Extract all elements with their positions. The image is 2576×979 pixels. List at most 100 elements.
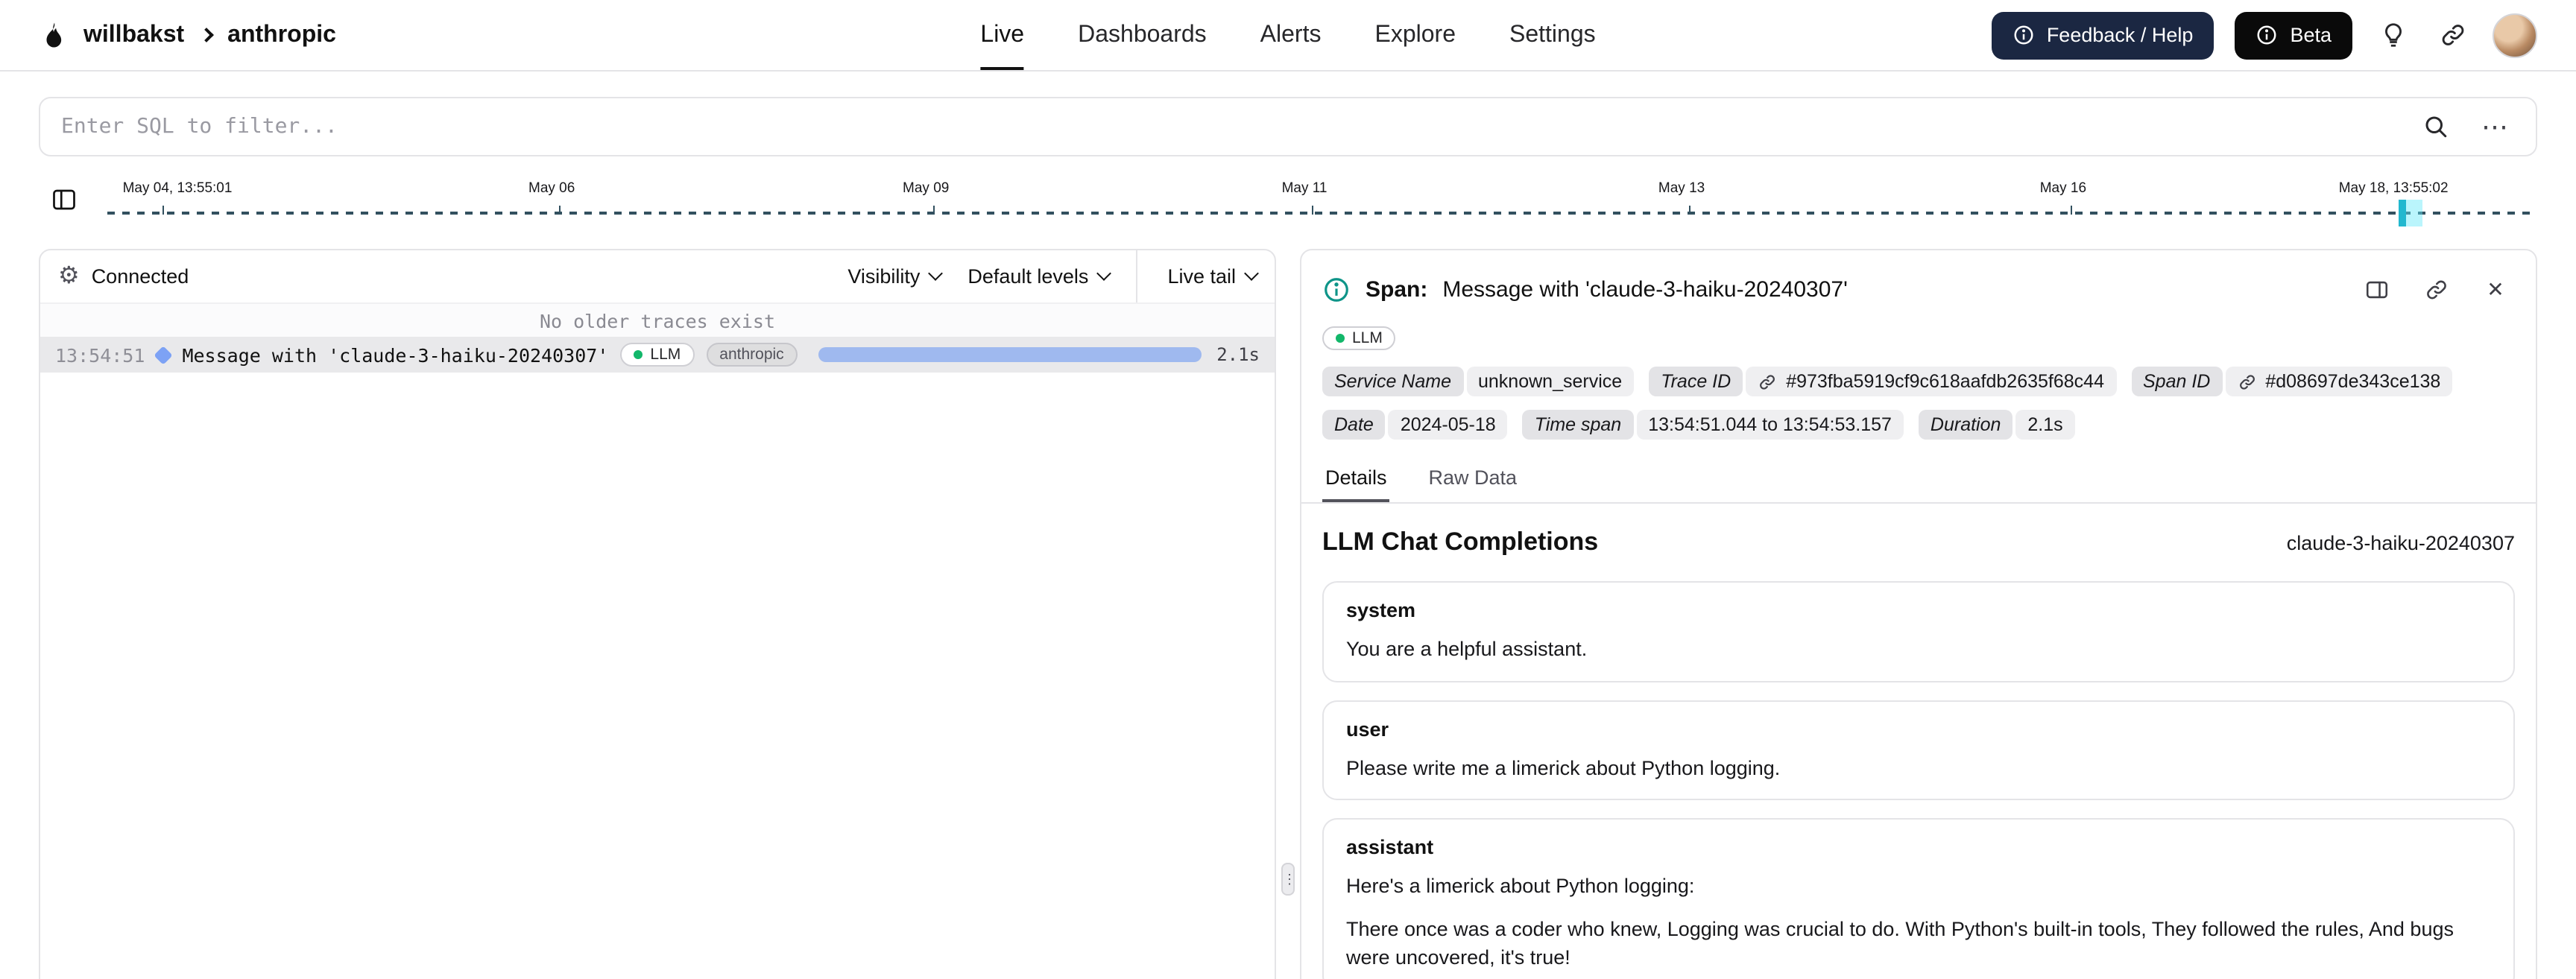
copy-link-icon[interactable] <box>2416 270 2455 308</box>
link-icon <box>2237 372 2256 391</box>
info-icon <box>2255 24 2278 46</box>
llm-section-title: LLM Chat Completions <box>1322 527 1599 556</box>
trace-message: Message with 'claude-3-haiku-20240307' <box>182 343 609 366</box>
timeline-dashed-line <box>107 212 2537 215</box>
chevron-down-icon <box>928 266 944 281</box>
traces-panel-header: ⚙ Connected Visibility Default levels Li… <box>40 250 1275 304</box>
message-content: Here's a limerick about Python logging: <box>1346 875 1695 898</box>
nav-item-alerts[interactable]: Alerts <box>1260 0 1322 70</box>
chevron-down-icon <box>1244 266 1259 281</box>
llm-tag-pill: LLM <box>1322 326 1396 350</box>
timeline-tick: May 06 <box>528 180 575 197</box>
message-content: You are a helpful assistant. <box>1346 638 1588 660</box>
timeline-tickmark <box>162 206 165 215</box>
sql-filter-bar: ⋯ <box>39 97 2537 156</box>
timeline: May 04, 13:55:01 May 06 May 09 May 11 Ma… <box>39 168 2537 231</box>
traces-panel: ⚙ Connected Visibility Default levels Li… <box>39 249 1276 979</box>
connection-status: Connected <box>91 265 189 288</box>
timeline-tick: May 16 <box>2039 180 2087 197</box>
expand-panel-icon[interactable] <box>2357 270 2396 308</box>
timeline-tickmark <box>1312 206 1314 215</box>
sidebar-toggle-icon[interactable] <box>39 177 89 222</box>
beta-label: Beta <box>2290 24 2332 46</box>
span-header: Span: Message with 'claude-3-haiku-20240… <box>1301 250 2536 317</box>
llm-model-name: claude-3-haiku-20240307 <box>2286 532 2515 554</box>
user-avatar[interactable] <box>2493 13 2537 57</box>
timeline-tickmark <box>933 206 935 215</box>
more-options-icon[interactable]: ⋯ <box>2476 107 2515 146</box>
span-details-panel: Span: Message with 'claude-3-haiku-20240… <box>1300 249 2537 979</box>
span-title-label: Span: <box>1366 276 1428 302</box>
timeline-track[interactable]: May 04, 13:55:01 May 06 May 09 May 11 Ma… <box>107 168 2537 231</box>
link-icon <box>1758 372 1777 391</box>
trace-timestamp: 13:54:51 <box>55 343 145 366</box>
attr-time-span: Time span 13:54:51.044 to 13:54:53.157 <box>1522 410 1904 440</box>
primary-nav: Live Dashboards Alerts Explore Settings <box>980 0 1596 70</box>
message-role: system <box>1346 599 1416 621</box>
timeline-tick: May 13 <box>1658 180 1705 197</box>
timeline-tickmark <box>1689 206 1691 215</box>
span-tag-row: LLM <box>1301 317 2536 353</box>
timeline-tick: May 18, 13:55:02 <box>2338 180 2449 197</box>
chevron-right-icon <box>198 28 214 42</box>
breadcrumb-org[interactable]: willbakst <box>83 22 184 48</box>
lightbulb-icon[interactable] <box>2373 16 2412 54</box>
search-icon[interactable] <box>2416 107 2455 146</box>
tab-details[interactable]: Details <box>1322 457 1390 502</box>
logfire-flame-icon <box>39 20 69 50</box>
llm-tag-pill: LLM <box>620 343 695 367</box>
trace-row[interactable]: 13:54:51 Message with 'claude-3-haiku-20… <box>40 337 1275 373</box>
nav-item-settings[interactable]: Settings <box>1509 0 1596 70</box>
no-older-traces-notice: No older traces exist <box>40 304 1275 337</box>
span-header-actions: ✕ <box>2357 270 2515 308</box>
green-dot-icon <box>634 350 643 359</box>
sql-filter-input[interactable] <box>61 115 2396 139</box>
breadcrumb: willbakst anthropic <box>83 22 336 48</box>
info-circle-icon <box>1322 275 1351 303</box>
nav-right-group: Feedback / Help Beta <box>1991 11 2537 59</box>
attr-duration: Duration 2.1s <box>1918 410 2075 440</box>
timeline-tickmark <box>2071 206 2073 215</box>
trace-duration: 2.1s <box>1216 344 1260 365</box>
feedback-help-button[interactable]: Feedback / Help <box>1991 11 2214 59</box>
traces-toolbar: Visibility Default levels Live tail <box>847 250 1259 302</box>
toolbar-divider <box>1136 250 1138 302</box>
timeline-tick: May 09 <box>903 180 950 197</box>
nav-item-live[interactable]: Live <box>980 0 1025 70</box>
logo[interactable]: willbakst anthropic <box>39 20 336 50</box>
nav-item-explore[interactable]: Explore <box>1374 0 1456 70</box>
panel-resize-handle[interactable]: ⋮ <box>1281 863 1296 896</box>
top-nav: willbakst anthropic Live Dashboards Aler… <box>0 0 2576 72</box>
message-card-assistant: assistant Here's a limerick about Python… <box>1322 818 2515 979</box>
trace-duration-bar <box>818 347 1202 362</box>
attr-span-id: Span ID #d08697de343ce138 <box>2131 367 2453 396</box>
message-content: Please write me a limerick about Python … <box>1346 756 1781 779</box>
timeline-selection[interactable] <box>2399 200 2423 226</box>
nav-item-dashboards[interactable]: Dashboards <box>1078 0 1207 70</box>
gear-icon[interactable]: ⚙ <box>58 264 80 288</box>
breadcrumb-project[interactable]: anthropic <box>227 22 336 48</box>
message-card-user: user Please write me a limerick about Py… <box>1322 700 2515 801</box>
live-tail-dropdown[interactable]: Live tail <box>1164 265 1259 288</box>
info-icon <box>2012 24 2035 46</box>
llm-section-header: LLM Chat Completions claude-3-haiku-2024… <box>1301 504 2536 563</box>
timeline-tick: May 04, 13:55:01 <box>122 180 233 197</box>
timeline-tickmark <box>559 206 561 215</box>
span-title: Message with 'claude-3-haiku-20240307' <box>1442 276 1848 302</box>
default-levels-dropdown[interactable]: Default levels <box>967 265 1112 288</box>
beta-button[interactable]: Beta <box>2235 11 2352 59</box>
visibility-dropdown[interactable]: Visibility <box>847 265 944 288</box>
app-root: willbakst anthropic Live Dashboards Aler… <box>0 0 2576 979</box>
close-icon[interactable]: ✕ <box>2476 270 2515 308</box>
tab-raw-data[interactable]: Raw Data <box>1426 457 1521 502</box>
share-link-icon[interactable] <box>2433 16 2472 54</box>
span-attributes-row-1: Service Name unknown_service Trace ID #9… <box>1301 353 2536 396</box>
timeline-tick: May 11 <box>1281 180 1328 197</box>
main-split: ⚙ Connected Visibility Default levels Li… <box>39 249 2537 979</box>
message-card-system: system You are a helpful assistant. <box>1322 581 2515 682</box>
attr-service-name: Service Name unknown_service <box>1322 367 1635 396</box>
message-content: There once was a coder who knew, Logging… <box>1346 917 2454 969</box>
scope-tag-pill: anthropic <box>706 343 798 367</box>
message-role: assistant <box>1346 836 1434 859</box>
attr-date: Date 2024-05-18 <box>1322 410 1508 440</box>
